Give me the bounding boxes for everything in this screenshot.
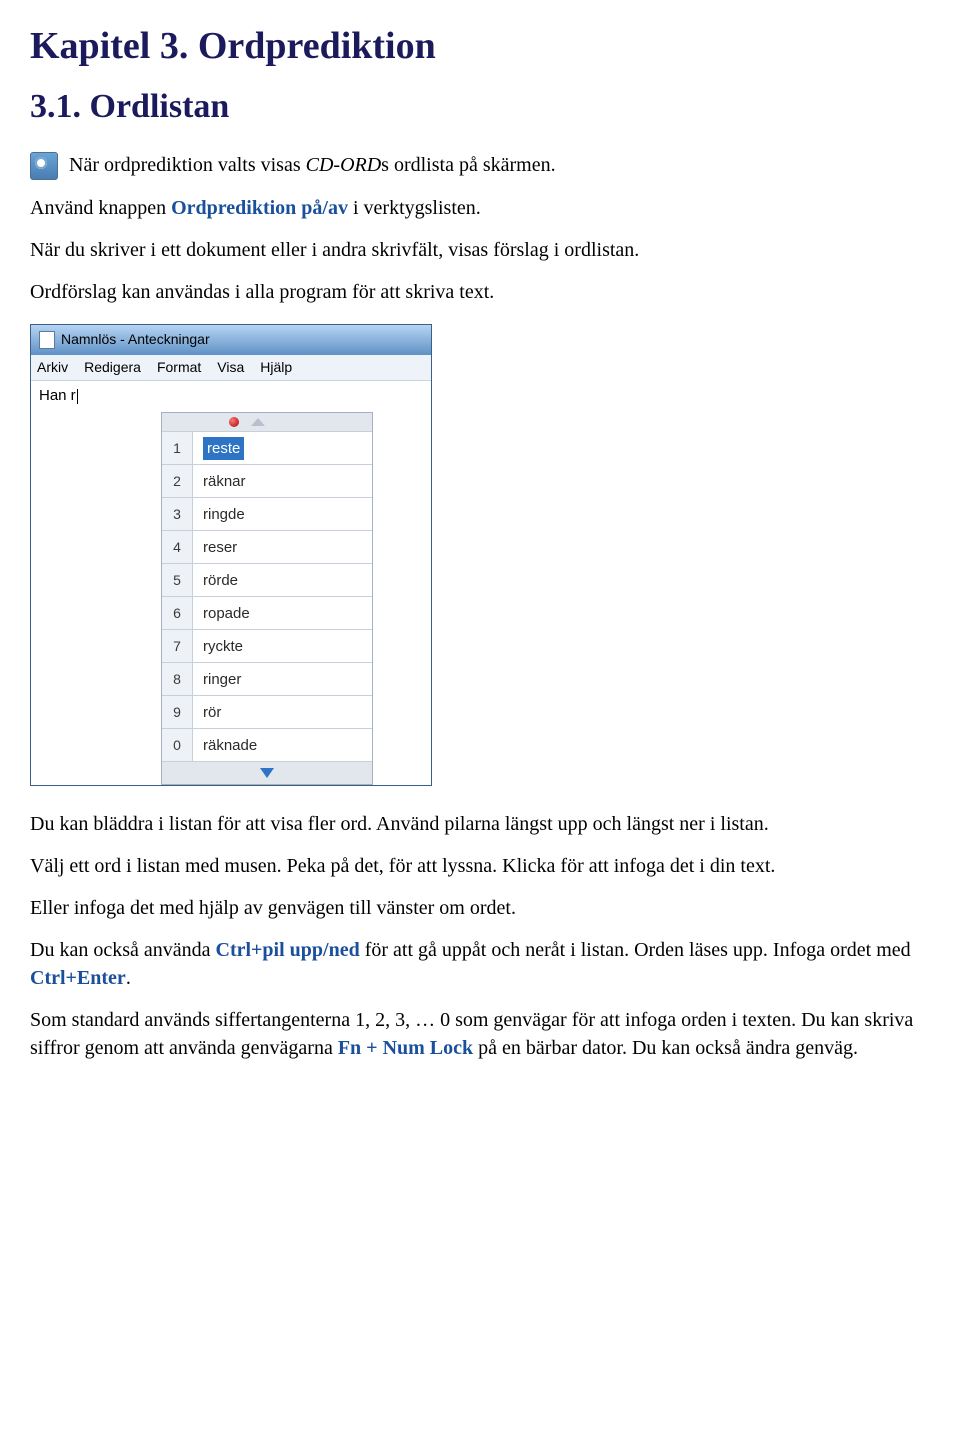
word-row[interactable]: 5 rörde <box>162 564 372 597</box>
notepad-window: Namnlös - Anteckningar Arkiv Redigera Fo… <box>30 324 432 786</box>
word-text: ryckte <box>193 630 372 662</box>
prediction-panel: 1 reste 2 räknar 3 ringde 4 reser 5 rörd… <box>161 412 373 785</box>
shortcut-label: Fn + Num Lock <box>338 1037 473 1059</box>
text: på en bärbar dator. Du kan också ändra g… <box>473 1037 858 1059</box>
word-row[interactable]: 6 ropade <box>162 597 372 630</box>
body-p5: Som standard används siffertangenterna 1… <box>30 1006 930 1062</box>
word-text: ropade <box>193 597 372 629</box>
text: Du kan också använda <box>30 939 216 961</box>
body-p2: Välj ett ord i listan med musen. Peka på… <box>30 852 930 880</box>
body-p3: Eller infoga det med hjälp av genvägen t… <box>30 894 930 922</box>
text: . <box>126 967 131 989</box>
menu-item[interactable]: Hjälp <box>260 358 292 378</box>
word-shortcut: 5 <box>162 564 193 596</box>
text: När ordprediktion valts visas <box>69 154 306 176</box>
word-text: räknade <box>193 729 372 761</box>
body-p1: Du kan bläddra i listan för att visa fle… <box>30 810 930 838</box>
text: s ordlista på skärmen. <box>381 154 555 176</box>
word-shortcut: 2 <box>162 465 193 497</box>
word-text: rörde <box>193 564 372 596</box>
shortcut-label: Ctrl+Enter <box>30 967 126 989</box>
window-title: Namnlös - Anteckningar <box>61 330 210 350</box>
text-italic: CD-ORD <box>306 154 382 176</box>
intro-line-1: När ordprediktion valts visas CD-ORDs or… <box>30 151 930 180</box>
word-shortcut: 0 <box>162 729 193 761</box>
body-p4: Du kan också använda Ctrl+pil upp/ned fö… <box>30 936 930 992</box>
word-shortcut: 9 <box>162 696 193 728</box>
toolbar-button-label: Ordprediktion på/av <box>171 197 348 219</box>
word-shortcut: 3 <box>162 498 193 530</box>
word-text: reste <box>193 432 372 464</box>
text: Använd knappen <box>30 197 171 219</box>
record-icon[interactable] <box>229 417 239 427</box>
text-area[interactable]: Han r <box>31 381 431 412</box>
word-text: reser <box>193 531 372 563</box>
word-row[interactable]: 1 reste <box>162 432 372 465</box>
shortcut-label: Ctrl+pil upp/ned <box>216 939 360 961</box>
arrow-up-icon[interactable] <box>251 418 265 426</box>
menu-item[interactable]: Format <box>157 358 201 378</box>
section-title: 3.1. Ordlistan <box>30 83 930 131</box>
intro-line-4: Ordförslag kan användas i alla program f… <box>30 278 930 306</box>
intro-line-3: När du skriver i ett dokument eller i an… <box>30 236 930 264</box>
word-row[interactable]: 2 räknar <box>162 465 372 498</box>
wordprediction-icon <box>30 152 58 180</box>
prediction-footer <box>162 761 372 784</box>
word-text: ringde <box>193 498 372 530</box>
word-row[interactable]: 7 ryckte <box>162 630 372 663</box>
menu-item[interactable]: Redigera <box>84 358 141 378</box>
word-shortcut: 6 <box>162 597 193 629</box>
text: i verktygslisten. <box>348 197 481 219</box>
menu-item[interactable]: Arkiv <box>37 358 68 378</box>
intro-line-2: Använd knappen Ordprediktion på/av i ver… <box>30 194 930 222</box>
document-icon <box>39 331 55 349</box>
word-row[interactable]: 9 rör <box>162 696 372 729</box>
word-row[interactable]: 8 ringer <box>162 663 372 696</box>
typed-text: Han r <box>39 387 76 404</box>
prediction-header <box>162 413 372 431</box>
chapter-title: Kapitel 3. Ordprediktion <box>30 20 930 73</box>
word-row[interactable]: 0 räknade <box>162 729 372 761</box>
menu-item[interactable]: Visa <box>217 358 244 378</box>
word-text: räknar <box>193 465 372 497</box>
word-shortcut: 8 <box>162 663 193 695</box>
word-shortcut: 7 <box>162 630 193 662</box>
arrow-down-icon[interactable] <box>260 768 274 778</box>
word-list: 1 reste 2 räknar 3 ringde 4 reser 5 rörd… <box>162 431 372 761</box>
text: för att gå uppåt och neråt i listan. Ord… <box>360 939 911 961</box>
word-shortcut: 4 <box>162 531 193 563</box>
word-text: rör <box>193 696 372 728</box>
word-row[interactable]: 3 ringde <box>162 498 372 531</box>
word-row[interactable]: 4 reser <box>162 531 372 564</box>
word-text: ringer <box>193 663 372 695</box>
titlebar: Namnlös - Anteckningar <box>31 325 431 355</box>
menubar: Arkiv Redigera Format Visa Hjälp <box>31 355 431 382</box>
word-shortcut: 1 <box>162 432 193 464</box>
text-cursor <box>77 389 78 404</box>
